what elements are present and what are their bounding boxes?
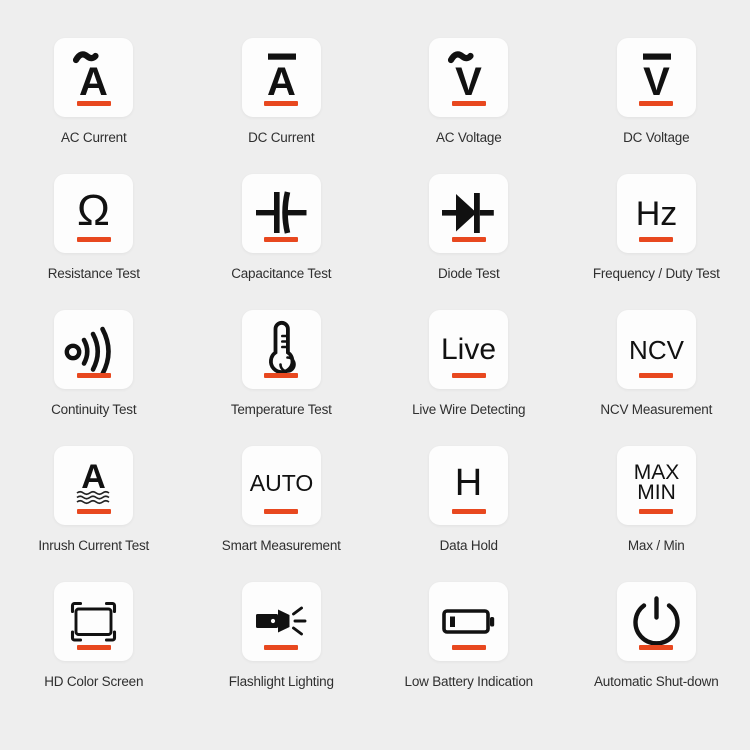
feature-tile[interactable] [54,310,134,389]
accent-underline [451,645,486,650]
accent-underline [451,509,486,514]
feature-label: Frequency / Duty Test [592,266,720,281]
accent-underline [76,101,111,106]
feature-label: DC Current [248,130,315,145]
accent-underline [264,509,299,514]
feature-tile[interactable] [429,174,509,253]
svg-text:A: A [81,458,106,496]
feature-tile[interactable]: Live [429,310,509,389]
accent-underline [264,237,299,242]
accent-underline [264,101,299,106]
feature-cell[interactable]: A AC Current [12,38,175,146]
feature-label: AC Current [60,130,127,145]
feature-label: DC Voltage [623,130,690,145]
feature-label: Automatic Shut-down [593,674,719,689]
feature-cell[interactable]: Hz Frequency / Duty Test [575,174,738,282]
feature-cell[interactable]: Live Live Wire Detecting [387,310,550,418]
feature-cell[interactable]: AUTO Smart Measurement [200,446,363,554]
feature-label: Low Battery Indication [404,674,534,689]
feature-tile[interactable]: V [616,38,696,117]
svg-text:V: V [455,60,482,104]
accent-underline [76,645,111,650]
feature-tile[interactable]: V [429,38,509,117]
feature-label: NCV Measurement [600,402,713,417]
feature-tile[interactable] [241,582,321,661]
svg-text:MIN: MIN [637,481,676,504]
feature-label: Inrush Current Test [38,538,150,553]
accent-underline [639,373,674,378]
feature-label: AC Voltage [435,130,502,145]
feature-cell[interactable]: H Data Hold [387,446,550,554]
svg-text:Hz: Hz [635,195,677,233]
feature-label: Capacitance Test [231,266,332,281]
svg-text:A: A [267,60,296,104]
feature-cell[interactable]: NCV NCV Measurement [575,310,738,418]
svg-text:NCV: NCV [629,335,685,365]
feature-cell[interactable]: MAX MIN Max / Min [575,446,738,554]
svg-text:Ω: Ω [77,186,110,235]
feature-cell[interactable]: HD Color Screen [12,582,175,690]
feature-label: Live Wire Detecting [412,402,526,417]
accent-underline [639,237,674,242]
feature-tile[interactable]: Hz [616,174,696,253]
feature-cell[interactable]: Capacitance Test [200,174,363,282]
feature-cell[interactable]: Continuity Test [12,310,175,418]
accent-underline [639,645,674,650]
accent-underline [76,373,111,378]
accent-underline [451,101,486,106]
feature-tile[interactable] [241,174,321,253]
feature-tile[interactable]: A [54,38,134,117]
feature-label: Temperature Test [230,402,332,417]
feature-label: Max / Min [627,538,685,553]
feature-tile[interactable] [616,582,696,661]
feature-tile[interactable] [54,582,134,661]
feature-tile[interactable]: NCV [616,310,696,389]
accent-underline [639,509,674,514]
svg-text:AUTO: AUTO [250,470,313,496]
feature-label: Diode Test [437,266,500,281]
feature-cell[interactable]: Automatic Shut-down [575,582,738,690]
feature-label: HD Color Screen [44,674,144,689]
feature-label: Resistance Test [47,266,140,281]
accent-underline [264,645,299,650]
accent-underline [264,373,299,378]
feature-cell[interactable]: Ω Resistance Test [12,174,175,282]
feature-tile[interactable]: H [429,446,509,525]
feature-cell[interactable]: Low Battery Indication [387,582,550,690]
feature-label: Smart Measurement [221,538,341,553]
feature-tile[interactable]: MAX MIN [616,446,696,525]
feature-tile[interactable]: A [241,38,321,117]
svg-text:A: A [79,60,108,104]
svg-text:Live: Live [441,333,496,366]
feature-cell[interactable]: V AC Voltage [387,38,550,146]
feature-tile[interactable]: A [54,446,134,525]
feature-tile[interactable] [429,582,509,661]
feature-cell[interactable]: V DC Voltage [575,38,738,146]
feature-label: Data Hold [439,538,498,553]
feature-cell[interactable]: A Inrush Current Test [12,446,175,554]
feature-tile[interactable]: AUTO [241,446,321,525]
feature-cell[interactable]: A DC Current [200,38,363,146]
svg-text:H: H [455,462,482,504]
feature-tile[interactable] [241,310,321,389]
feature-grid: A AC Current A DC Current V AC Voltage V DC … [0,0,750,750]
svg-text:V: V [643,60,670,104]
feature-label: Flashlight Lighting [228,674,334,689]
feature-cell[interactable]: Diode Test [387,174,550,282]
accent-underline [76,509,111,514]
accent-underline [451,237,486,242]
accent-underline [451,373,486,378]
feature-tile[interactable]: Ω [54,174,134,253]
accent-underline [76,237,111,242]
feature-cell[interactable]: Temperature Test [200,310,363,418]
feature-label: Continuity Test [51,402,137,417]
feature-cell[interactable]: Flashlight Lighting [200,582,363,690]
accent-underline [639,101,674,106]
